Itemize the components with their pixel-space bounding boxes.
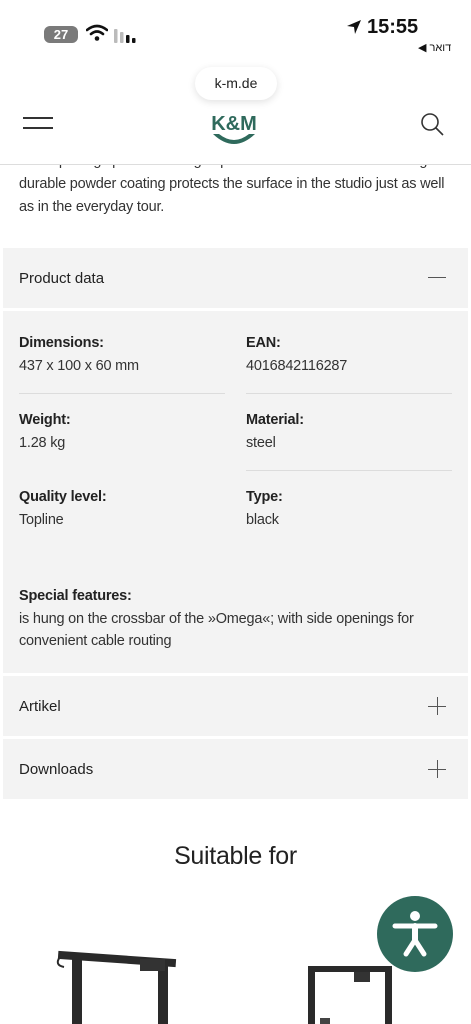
artikel-title: Artikel	[19, 698, 61, 715]
svg-text:K&M: K&M	[211, 113, 257, 135]
weight-value: 1.28 kg	[19, 435, 66, 451]
back-to-app-link[interactable]: ◀ דואר	[418, 41, 451, 54]
weight-label: Weight:	[19, 412, 71, 428]
quality-level-label: Quality level:	[19, 489, 107, 505]
quality-level-value: Topline	[19, 512, 64, 528]
section-heading: Suitable for	[174, 842, 297, 870]
url-bar[interactable]: k-m.de	[195, 67, 277, 100]
header-divider	[0, 164, 471, 165]
special-features-label: Special features:	[19, 588, 132, 604]
type-value: black	[246, 512, 279, 528]
product-data-title: Product data	[19, 270, 105, 287]
accessibility-button[interactable]	[377, 896, 453, 972]
hamburger-menu-icon[interactable]	[23, 117, 53, 131]
expand-icon[interactable]	[428, 697, 446, 715]
material-label: Material:	[246, 412, 304, 428]
downloads-accordion[interactable]: Downloads	[3, 739, 468, 799]
divider	[246, 393, 452, 394]
header-overlap	[19, 150, 459, 164]
location-arrow-icon	[347, 20, 361, 34]
expand-icon[interactable]	[428, 760, 446, 778]
accessibility-icon	[392, 911, 438, 957]
battery-indicator: 27	[44, 26, 78, 43]
divider	[19, 393, 225, 394]
type-label: Type:	[246, 489, 283, 505]
material-value: steel	[246, 435, 276, 451]
special-features-value-line1: is hung on the crossbar of the »Omega«; …	[19, 611, 414, 627]
collapse-icon[interactable]	[428, 277, 446, 278]
divider	[246, 470, 452, 471]
keyboard-stand-image[interactable]	[50, 945, 185, 1024]
clock: 15:55	[367, 16, 419, 38]
ean-label: EAN:	[246, 335, 281, 351]
search-icon[interactable]	[419, 111, 445, 137]
artikel-accordion[interactable]: Artikel	[3, 676, 468, 736]
cellular-signal-icon	[114, 29, 136, 43]
product-data-content: Dimensions: 437 x 100 x 60 mm EAN: 40168…	[3, 311, 468, 673]
dimensions-value: 437 x 100 x 60 mm	[19, 358, 139, 374]
product-data-accordion[interactable]: Product data	[3, 248, 468, 308]
downloads-title: Downloads	[19, 761, 94, 778]
wifi-icon	[86, 24, 108, 41]
dimensions-label: Dimensions:	[19, 335, 104, 351]
km-logo[interactable]: K&M	[205, 110, 263, 150]
special-features-value-line2: convenient cable routing	[19, 633, 172, 649]
ean-value: 4016842116287	[246, 358, 348, 374]
status-bar: 27 15:55 ◀ דואר	[0, 0, 471, 60]
